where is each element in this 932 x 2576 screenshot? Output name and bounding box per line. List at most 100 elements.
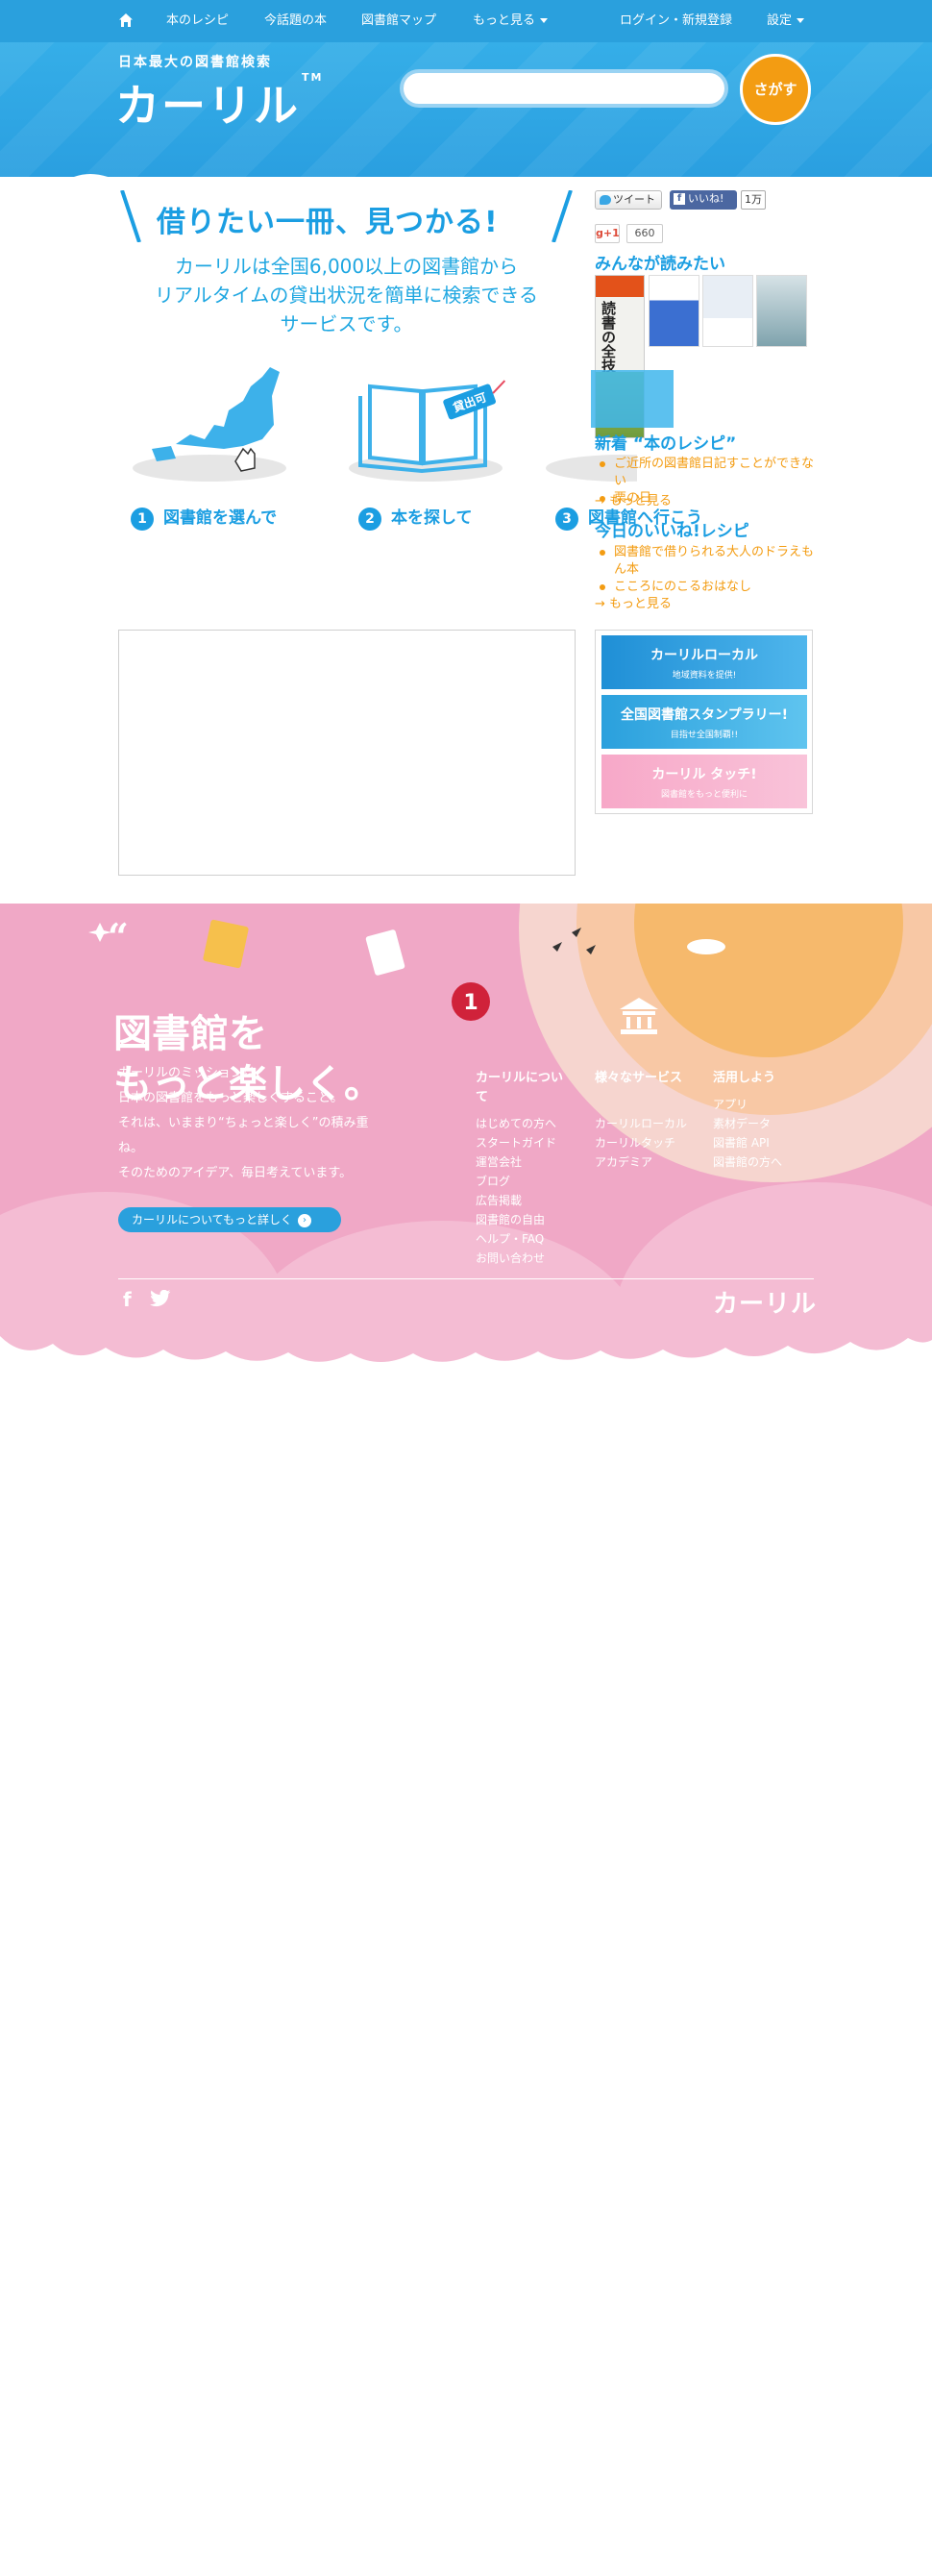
- footer-link[interactable]: アプリ: [713, 1096, 748, 1112]
- footer-link[interactable]: ブログ: [476, 1173, 510, 1189]
- home-icon[interactable]: [118, 12, 134, 28]
- banner-box: カーリルローカル 地域資料を提供! 全国図書館スタンプラリー! 目指せ全国制覇!! …: [595, 630, 813, 814]
- header-clouds: [74, 174, 109, 177]
- stamp-number: 1: [463, 991, 478, 1015]
- site-logo-text: カーリル: [115, 80, 300, 132]
- chevron-down-icon: [797, 18, 805, 23]
- nav-item-more[interactable]: もっと見る: [473, 0, 549, 42]
- footer-link[interactable]: 図書館の自由: [476, 1211, 545, 1227]
- footer-title-line-1: 図書館を: [113, 1012, 267, 1056]
- more-link[interactable]: → もっと見る: [595, 593, 672, 611]
- step-1: 1 図書館を選んで: [131, 504, 277, 531]
- new-recipes-heading: 新着 “本のレシピ”: [595, 434, 737, 454]
- about-more-button[interactable]: カーリルについてもっと詳しく ›: [118, 1207, 341, 1232]
- banner-calil-touch[interactable]: カーリル タッチ! 図書館をもっと便利に: [601, 755, 807, 808]
- book-cover-4[interactable]: [756, 275, 807, 347]
- mission-line-5: そのためのアイデア、毎日考えています。: [118, 1166, 353, 1180]
- hero-lead-line-3: サービスです。: [280, 312, 413, 335]
- library-building-icon: [620, 998, 658, 1034]
- mission-line-3: それは、いままり“ちょっと楽しく”の積み重: [118, 1116, 369, 1130]
- tweet-label: ツイート: [613, 193, 655, 206]
- step-1-number: 1: [131, 508, 154, 531]
- search-button[interactable]: さがす: [740, 54, 811, 125]
- hero-lead-line-1: カーリルは全国6,000以上の図書館から: [174, 255, 519, 278]
- hero-title: 借りたい一冊、見つかる!: [118, 189, 575, 243]
- liked-recipes-list: 図書館で借りられる大人のドラえもん本 こころにのこるおはなし: [595, 544, 816, 596]
- footer-link[interactable]: スタートガイド: [476, 1134, 556, 1151]
- about-more-label: カーリルについてもっと詳しく: [132, 1213, 293, 1226]
- footer-divider: [118, 1278, 814, 1279]
- arrow-right-icon: ›: [298, 1213, 312, 1227]
- bookshelf-icon: [203, 919, 249, 969]
- nav-item-login[interactable]: ログイン・新規登録: [620, 0, 732, 42]
- like-button[interactable]: f いいね!: [670, 190, 737, 210]
- hero-title-text: 借りたい一冊、見つかる!: [157, 206, 499, 239]
- hero-lead-line-2: リアルタイムの貸出状況を簡単に検索できる: [155, 284, 538, 307]
- popular-heading: みんなが読みたい: [595, 255, 725, 274]
- svg-text:“: “: [108, 915, 129, 958]
- banner-subtitle: 目指せ全国制覇!!: [670, 731, 739, 740]
- footer-link[interactable]: お問い合わせ: [476, 1250, 545, 1266]
- book-cover-2[interactable]: [649, 275, 699, 347]
- like-label: いいね!: [688, 192, 724, 205]
- tweet-button[interactable]: ツイート: [595, 190, 662, 210]
- hero-lead: カーリルは全国6,000以上の図書館から リアルタイムの貸出状況を簡単に検索でき…: [118, 252, 575, 338]
- nav-item-book-recipes[interactable]: 本のレシピ: [166, 0, 229, 42]
- footer-link[interactable]: 広告掲載: [476, 1192, 522, 1208]
- site-header: 日本最大の図書館検索 カーリルTM さがす: [0, 42, 932, 177]
- nav-item-trending-books[interactable]: 今話題の本: [264, 0, 327, 42]
- ad-placeholder: [118, 630, 576, 876]
- banner-subtitle: 地域資料を提供!: [672, 671, 737, 681]
- nav-item-settings-label: 設定: [767, 13, 793, 28]
- site-logo[interactable]: カーリルTM: [115, 71, 323, 135]
- step-2: 2 本を探して: [358, 504, 473, 531]
- footer-col-about-title: カーリルについて: [476, 1071, 564, 1104]
- footer-col-use-title: 活用しよう: [713, 1071, 776, 1085]
- more-link[interactable]: → もっと見る: [595, 490, 672, 508]
- list-item[interactable]: 図書館で借りられる大人のドラえもん本: [595, 544, 816, 579]
- footer-link[interactable]: 図書館 API: [713, 1134, 770, 1151]
- gplus-count: 660: [626, 224, 663, 243]
- step-2-number: 2: [358, 508, 381, 531]
- logo-tm: TM: [302, 71, 324, 84]
- gplus-button[interactable]: g+1: [595, 224, 620, 243]
- list-item[interactable]: ご近所の図書館日記すことができない: [595, 456, 816, 490]
- search-input[interactable]: [400, 69, 728, 108]
- twitter-icon: [600, 195, 611, 205]
- nav-item-settings[interactable]: 設定: [767, 0, 805, 42]
- site-tagline: 日本最大の図書館検索: [118, 55, 272, 70]
- footer-link[interactable]: アカデミア: [595, 1153, 652, 1170]
- nav-item-more-label: もっと見る: [473, 13, 536, 28]
- birds-icon: [552, 928, 596, 954]
- banner-title: カーリルローカル: [650, 648, 758, 663]
- ufo-icon: [687, 939, 725, 954]
- footer-link[interactable]: ヘルプ・FAQ: [476, 1230, 544, 1247]
- banner-title: 全国図書館スタンプラリー!: [621, 707, 788, 723]
- twitter-icon[interactable]: [150, 1290, 171, 1307]
- footer-col-services-title: 様々なサービス: [595, 1071, 683, 1085]
- footer-link[interactable]: カーリルローカル: [595, 1115, 687, 1131]
- chevron-down-icon: [540, 18, 549, 23]
- footer-link[interactable]: はじめての方へ: [476, 1115, 556, 1131]
- footer-link[interactable]: 図書館の方へ: [713, 1153, 782, 1170]
- banner-calil-local[interactable]: カーリルローカル地域資料を提供!: [601, 635, 807, 689]
- mission-line-4: ね。: [118, 1141, 144, 1155]
- footer-bottom-clouds: [0, 1336, 932, 1384]
- footer-link[interactable]: カーリルタッチ: [595, 1134, 675, 1151]
- step-1-label: 図書館を選んで: [163, 508, 278, 528]
- step-3-number: 3: [555, 508, 578, 531]
- like-count: 1万: [741, 190, 766, 210]
- book-cover-band: [596, 276, 644, 297]
- footer-link[interactable]: 運営会社: [476, 1153, 522, 1170]
- banner-title: カーリル タッチ!: [651, 767, 757, 782]
- book-cover-3[interactable]: [702, 275, 753, 347]
- nav-item-library-map[interactable]: 図書館マップ: [361, 0, 436, 42]
- facebook-icon: f: [674, 193, 685, 205]
- steps-illustration: 貸出可: [133, 367, 637, 482]
- top-nav: 本のレシピ 今話題の本 図書館マップ もっと見る ログイン・新規登録 設定: [0, 0, 932, 42]
- footer-link[interactable]: 素材データ: [713, 1115, 771, 1131]
- mission-line-2: 日本の図書館をもっと楽しくすること。: [118, 1091, 344, 1105]
- books-icon: [365, 929, 405, 976]
- step-2-label: 本を探して: [391, 508, 473, 528]
- banner-stamp-rally[interactable]: 全国図書館スタンプラリー! 目指せ全国制覇!!: [601, 695, 807, 749]
